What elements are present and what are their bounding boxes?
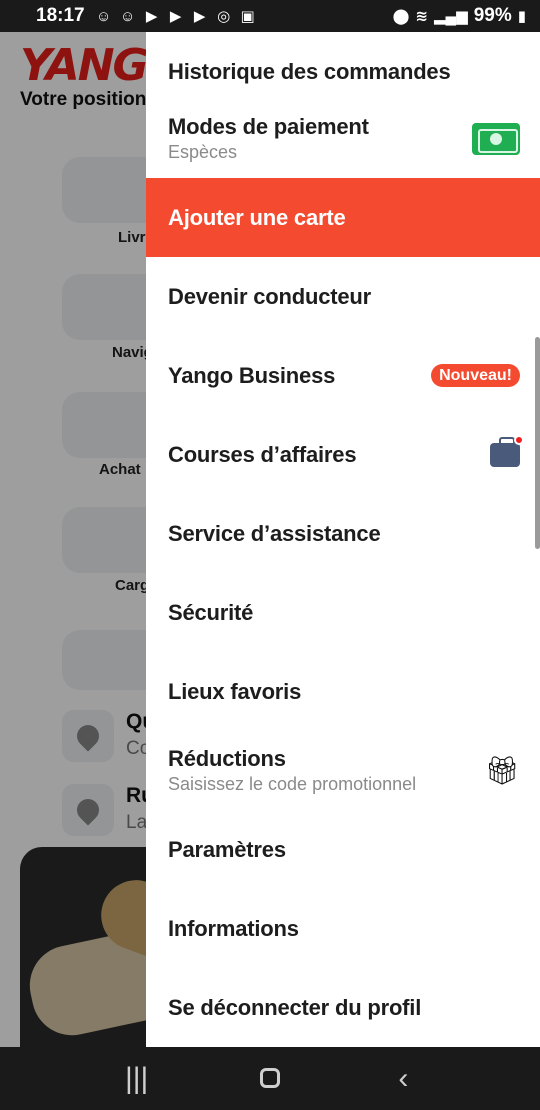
gallery-icon: ▣ xyxy=(240,8,255,25)
menu-item-logout[interactable]: Se déconnecter du profil xyxy=(146,968,540,1047)
menu-item-information[interactable]: Informations xyxy=(146,889,540,968)
menu-item-business-rides[interactable]: Courses d’affaires xyxy=(146,415,540,494)
menu-item-support[interactable]: Service d’assistance xyxy=(146,494,540,573)
menu-item-safety[interactable]: Sécurité xyxy=(146,573,540,652)
menu-item-sublabel: Saisissez le code promotionnel xyxy=(168,774,417,794)
menu-item-label: Service d’assistance xyxy=(168,520,381,546)
menu-item-label: Réductions xyxy=(168,746,286,771)
battery-icon: ▮ xyxy=(517,8,526,25)
instagram-icon: ◎ xyxy=(217,8,231,25)
menu-item-label: Sécurité xyxy=(168,599,254,625)
menu-item-label: Informations xyxy=(168,915,299,941)
signal-icon: ▂▄▆ xyxy=(434,8,468,25)
notification-icons: ☺ ☺ ▶ ▶ ▶ ◎ ▣ xyxy=(95,7,257,26)
menu-item-label: Devenir conducteur xyxy=(168,283,372,309)
home-icon[interactable] xyxy=(240,1062,300,1096)
youtube-icon: ▶ xyxy=(193,8,206,25)
briefcase-icon xyxy=(490,434,524,467)
menu-item-label: Paramètres xyxy=(168,836,286,862)
menu-item-label: Courses d’affaires xyxy=(168,441,357,467)
youtube-icon: ▶ xyxy=(145,8,158,25)
cash-icon xyxy=(472,122,520,155)
recent-apps-icon[interactable]: ||| xyxy=(107,1062,167,1096)
menu-item-favorite-places[interactable]: Lieux favoris xyxy=(146,652,540,731)
menu-item-label: Se déconnecter du profil xyxy=(168,994,422,1020)
youtube-icon: ▶ xyxy=(169,8,182,25)
menu-item-yango-business[interactable]: Yango Business Nouveau! xyxy=(146,336,540,415)
menu-item-label: Lieux favoris xyxy=(168,678,302,704)
system-nav-bar: ||| ‹ xyxy=(0,1047,540,1110)
menu-item-label: Modes de paiement xyxy=(168,114,369,139)
status-time: 18:17 xyxy=(36,5,85,26)
menu-item-add-card[interactable]: Ajouter une carte xyxy=(146,178,540,257)
menu-item-settings[interactable]: Paramètres xyxy=(146,810,540,889)
menu-item-label: Ajouter une carte xyxy=(168,204,346,230)
menu-item-label: Historique des commandes xyxy=(168,58,451,84)
gift-icon: 🎁︎ xyxy=(484,754,520,786)
wifi-icon: ≋ xyxy=(415,8,428,25)
snapchat-icon: ☺ xyxy=(95,7,112,25)
back-icon[interactable]: ‹ xyxy=(373,1062,433,1096)
menu-item-sublabel: Espèces xyxy=(168,142,238,162)
battery-level: 99% xyxy=(473,5,512,26)
side-menu: Historique des commandes Modes de paieme… xyxy=(146,32,540,1047)
location-icon: ⬤ xyxy=(392,8,410,25)
menu-item-payment-methods[interactable]: Modes de paiement Espèces xyxy=(146,99,540,178)
menu-item-label: Yango Business xyxy=(168,362,336,388)
snapchat-icon: ☺ xyxy=(119,7,136,25)
menu-scrollbar[interactable] xyxy=(535,337,540,549)
menu-item-discounts[interactable]: Réductions Saisissez le code promotionne… xyxy=(146,731,540,810)
new-badge: Nouveau! xyxy=(431,363,520,387)
menu-item-become-driver[interactable]: Devenir conducteur xyxy=(146,257,540,336)
status-bar: 18:17 ☺ ☺ ▶ ▶ ▶ ◎ ▣ ⬤ ≋ ▂▄▆ 99% ▮ xyxy=(0,0,540,32)
